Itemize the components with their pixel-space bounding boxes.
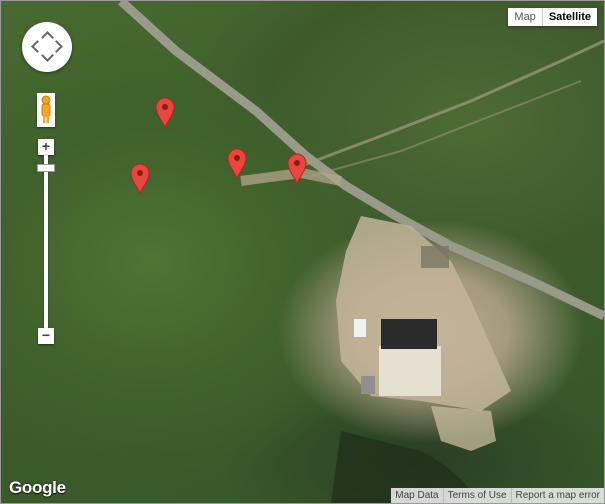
van — [354, 319, 366, 337]
zoom-slider-track[interactable] — [44, 155, 48, 328]
terms-of-use-link[interactable]: Terms of Use — [442, 488, 511, 503]
rock-pile — [421, 246, 449, 268]
zoom-out-button[interactable]: − — [38, 328, 54, 344]
zoom-in-button[interactable]: + — [38, 139, 54, 155]
pegman-control[interactable] — [37, 93, 55, 127]
dirt-patch — [431, 406, 496, 451]
map-marker[interactable] — [130, 163, 150, 195]
pan-control[interactable] — [22, 22, 72, 72]
shed — [361, 376, 375, 394]
map-terrain — [117, 1, 604, 503]
map-marker[interactable] — [287, 153, 307, 185]
google-logo[interactable]: Google — [9, 478, 66, 498]
house — [379, 346, 441, 396]
map-type-satellite-button[interactable]: Satellite — [542, 8, 597, 26]
map-type-map-button[interactable]: Map — [508, 8, 543, 26]
pan-right-icon[interactable] — [50, 40, 63, 53]
satellite-map[interactable]: + − Map Satellite Google Map Data Terms … — [0, 0, 605, 504]
map-footer: Map Data Terms of Use Report a map error — [391, 488, 604, 503]
house-roof — [381, 319, 437, 349]
pan-left-icon[interactable] — [31, 40, 44, 53]
pan-up-icon[interactable] — [41, 31, 54, 44]
track — [300, 39, 604, 168]
zoom-slider-thumb[interactable] — [37, 164, 55, 172]
pegman-icon — [41, 95, 51, 123]
map-marker[interactable] — [155, 97, 175, 129]
report-map-error-link[interactable]: Report a map error — [510, 488, 604, 503]
map-type-control: Map Satellite — [508, 8, 597, 26]
pan-down-icon[interactable] — [41, 49, 54, 62]
map-data-link[interactable]: Map Data — [391, 488, 442, 503]
track — [310, 80, 582, 177]
map-marker[interactable] — [227, 148, 247, 180]
